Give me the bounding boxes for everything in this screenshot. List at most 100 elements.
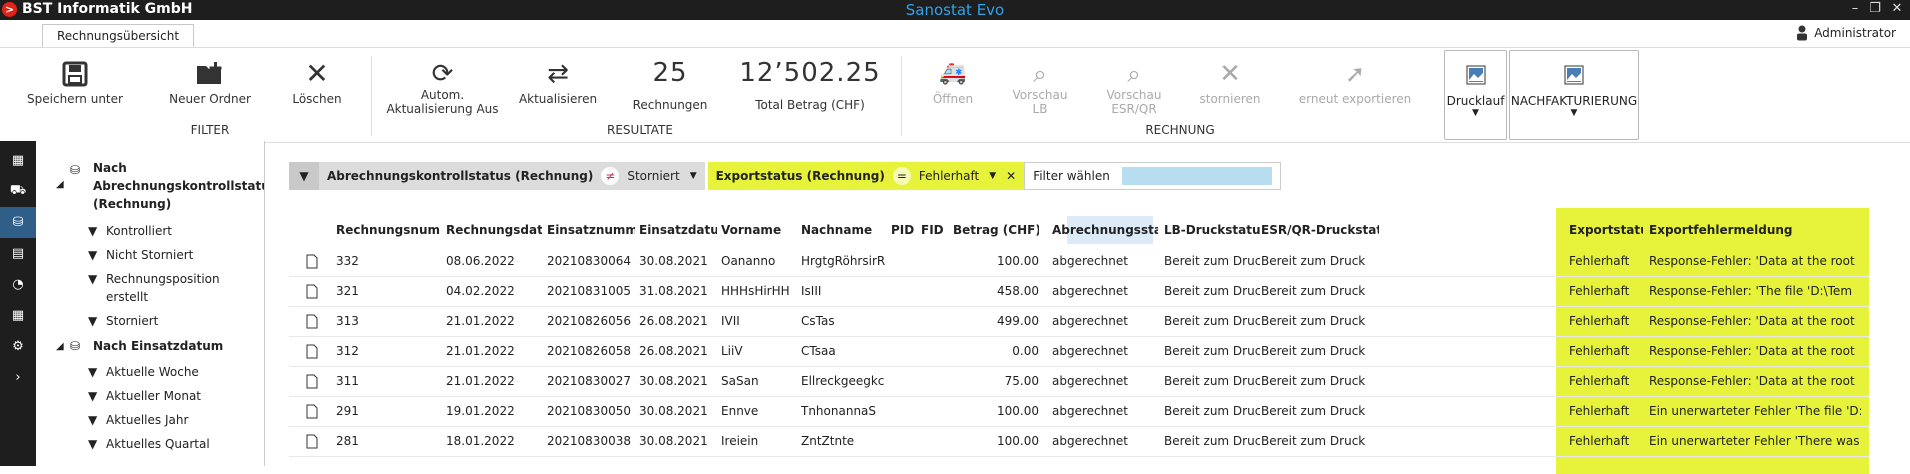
filter-2-value[interactable]: Fehlerhaft bbox=[919, 169, 979, 183]
tree-item-aktuelle-woche[interactable]: Aktuelle Woche bbox=[106, 363, 199, 381]
table-row[interactable]: 313 21.01.2022 20210826056 26.08.2021 IVII Cs… bbox=[289, 306, 1869, 337]
expand-nav-icon[interactable]: › bbox=[0, 362, 36, 393]
document-icon[interactable] bbox=[306, 306, 322, 336]
table-cell: abgerechnet bbox=[1052, 434, 1128, 448]
drucklauf-dropdown[interactable]: Drucklauf ▼ bbox=[1444, 50, 1507, 140]
filter-1-value[interactable]: Storniert bbox=[627, 169, 679, 183]
document-icon[interactable] bbox=[306, 276, 322, 306]
filter-icon: ▼ bbox=[88, 365, 98, 379]
invoice-count: 25 bbox=[652, 58, 688, 88]
column-header[interactable]: PID bbox=[891, 216, 917, 244]
document-icon[interactable] bbox=[306, 246, 322, 276]
column-header[interactable]: Vorname bbox=[721, 216, 797, 244]
table-row[interactable]: 312 21.01.2022 20210826058 26.08.2021 LiiV CT… bbox=[289, 336, 1869, 367]
column-header[interactable]: Exportstatus bbox=[1569, 216, 1643, 244]
filter-2[interactable]: Exportstatus (Rechnung) = Fehlerhaft ▼ ✕ bbox=[704, 162, 1025, 190]
filter-chooser-input[interactable] bbox=[1121, 167, 1272, 185]
chevron-down-icon[interactable]: ▼ bbox=[690, 171, 697, 181]
delete-icon: ✕ bbox=[305, 57, 329, 90]
chevron-down-icon[interactable]: ▼ bbox=[989, 171, 996, 181]
table-row[interactable]: 311 21.01.2022 20210830027 30.08.2021 SaSan E… bbox=[289, 366, 1869, 397]
column-header[interactable]: Rechnungsnummer bbox=[336, 216, 441, 244]
column-header[interactable]: Betrag (CHF) bbox=[953, 216, 1039, 244]
delete-button[interactable]: ✕ Löschen bbox=[285, 57, 349, 107]
collapse-icon[interactable]: ◢ bbox=[56, 176, 64, 194]
table-cell: 30.08.2021 bbox=[639, 374, 708, 388]
document-icon[interactable] bbox=[306, 426, 322, 456]
preview-lb-button[interactable]: ⌕ Vorschau LB bbox=[1000, 60, 1080, 116]
column-header[interactable]: Abrechnungsstatus bbox=[1052, 216, 1158, 244]
ribbon-separator bbox=[371, 56, 372, 136]
close-icon[interactable]: ✕ bbox=[1888, 0, 1906, 18]
user-menu[interactable]: Administrator bbox=[1796, 25, 1896, 41]
column-header[interactable]: Exportfehlermeldung bbox=[1649, 216, 1861, 244]
app-logo-icon: > bbox=[2, 2, 17, 17]
minimize-icon[interactable]: – bbox=[1846, 0, 1864, 18]
calendar-nav-icon[interactable]: ▦ bbox=[0, 300, 36, 331]
tree-group-einsatzdatum[interactable]: Nach Einsatzdatum bbox=[93, 337, 223, 355]
table-cell: Bereit zum Druck bbox=[1261, 314, 1366, 328]
tree-item-aktuelles-jahr[interactable]: Aktuelles Jahr bbox=[106, 411, 188, 429]
table-cell: abgerechnet bbox=[1052, 314, 1128, 328]
tree-item-aktueller-monat[interactable]: Aktueller Monat bbox=[106, 387, 201, 405]
column-header[interactable]: Einsatzdatum bbox=[639, 216, 717, 244]
table-cell: Bereit zum Druck bbox=[1261, 404, 1366, 418]
column-header[interactable]: LB-Druckstatus bbox=[1164, 216, 1260, 244]
funnel-icon[interactable]: ▼ bbox=[289, 162, 319, 190]
ribbon-separator bbox=[901, 56, 902, 136]
collapse-icon[interactable]: ◢ bbox=[56, 338, 64, 356]
document-icon[interactable] bbox=[306, 396, 322, 426]
table-cell: 100.00 bbox=[997, 434, 1039, 448]
table-row[interactable]: 281 18.01.2022 20210830038 30.08.2021 Ireiei… bbox=[289, 426, 1869, 457]
save-as-button[interactable]: Speichern unter bbox=[20, 60, 130, 106]
auto-update-button[interactable]: ⟳ Autom. Aktualisierung Aus bbox=[380, 60, 505, 116]
cancel-icon: ✕ bbox=[1219, 59, 1241, 89]
table-cell: Fehlerhaft bbox=[1569, 344, 1630, 358]
preview-esr-button[interactable]: ⌕ Vorschau ESR/QR bbox=[1094, 60, 1174, 116]
restore-icon[interactable]: ❐ bbox=[1866, 0, 1884, 18]
filter-chooser[interactable]: Filter wählen bbox=[1024, 162, 1281, 190]
remove-filter-icon[interactable]: ✕ bbox=[1006, 169, 1016, 183]
table-cell: 21.01.2022 bbox=[446, 374, 515, 388]
billing-nav-icon[interactable]: ⛁ bbox=[0, 207, 36, 238]
tree-item-aktuelles-quartal[interactable]: Aktuelles Quartal bbox=[106, 435, 210, 453]
settings-nav-icon[interactable]: ⚙ bbox=[0, 331, 36, 362]
filter-1-operator[interactable]: ≠ bbox=[601, 167, 620, 185]
magnifier-icon: ⌕ bbox=[1127, 60, 1141, 88]
column-header[interactable]: Nachname bbox=[801, 216, 887, 244]
column-header[interactable]: ESR/QR-Druckstatus bbox=[1261, 216, 1379, 244]
tree-item-nicht-storniert[interactable]: Nicht Storniert bbox=[106, 246, 193, 264]
open-button[interactable]: 🚑 Öffnen bbox=[920, 60, 986, 106]
column-header[interactable]: FID bbox=[921, 216, 947, 244]
ambulance-nav-icon[interactable]: ⛟ bbox=[0, 176, 36, 207]
table-row[interactable]: 321 04.02.2022 20210831005 31.08.2021 HHHsHi… bbox=[289, 276, 1869, 307]
document-nav-icon[interactable]: ▤ bbox=[0, 238, 36, 269]
new-folder-button[interactable]: Neuer Ordner bbox=[155, 60, 265, 106]
tree-item-rechnungsposition[interactable]: Rechnungsposition erstellt bbox=[106, 270, 236, 306]
tree-group-abrechnungskontrollstatus[interactable]: Nach Abrechnungskontrollstatus (Rechnung… bbox=[93, 159, 264, 213]
tree-item-kontrolliert[interactable]: Kontrolliert bbox=[106, 222, 172, 240]
chart-nav-icon[interactable]: ◔ bbox=[0, 269, 36, 300]
filter-2-operator[interactable]: = bbox=[892, 167, 911, 185]
tree-group-icon: ⛁ bbox=[70, 163, 81, 177]
document-icon[interactable] bbox=[306, 366, 322, 396]
table-row[interactable]: 332 08.06.2022 20210830064 30.08.2021 Oanann… bbox=[289, 246, 1869, 277]
cancel-invoice-button[interactable]: ✕ stornieren bbox=[1190, 60, 1270, 106]
nachfakturierung-dropdown[interactable]: NACHFAKTURIERUNG ▼ bbox=[1509, 50, 1639, 140]
tab-rechnungsuebersicht[interactable]: Rechnungsübersicht bbox=[42, 24, 194, 48]
filter-1[interactable]: Abrechnungskontrollstatus (Rechnung) ≠ S… bbox=[319, 162, 705, 190]
refresh-button[interactable]: ⇄ Aktualisieren bbox=[515, 60, 601, 106]
document-icon[interactable] bbox=[306, 336, 322, 366]
column-header[interactable]: Rechnungsdatum bbox=[446, 216, 542, 244]
dashboard-icon[interactable]: ▦ bbox=[0, 145, 36, 176]
table-cell: Fehlerhaft bbox=[1569, 254, 1630, 268]
total-amount: 12’502.25 bbox=[739, 58, 881, 88]
table-cell: 30.08.2021 bbox=[639, 434, 708, 448]
image-icon bbox=[1564, 65, 1584, 85]
column-header[interactable]: Einsatznummer bbox=[547, 216, 635, 244]
table-row[interactable]: 291 19.01.2022 20210830050 30.08.2021 Ennve T… bbox=[289, 396, 1869, 427]
table-cell: Oananno bbox=[721, 254, 776, 268]
reexport-button[interactable]: ➚ erneut exportieren bbox=[1295, 60, 1415, 106]
tree-item-storniert[interactable]: Storniert bbox=[106, 312, 158, 330]
table-cell: 20210831005 bbox=[547, 284, 631, 298]
